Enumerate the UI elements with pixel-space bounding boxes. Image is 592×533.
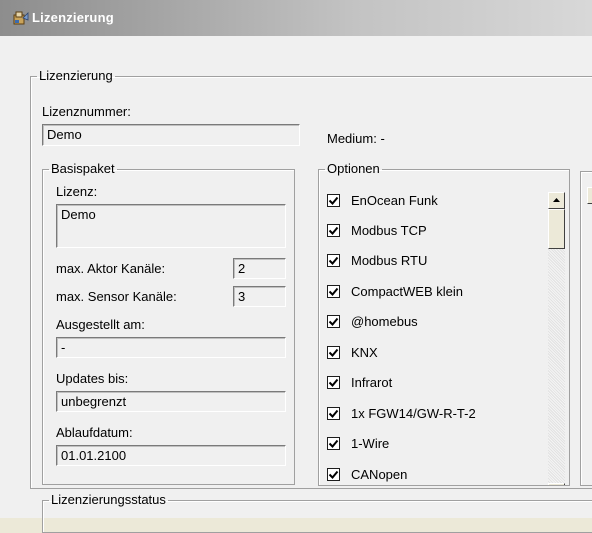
aktor-channels-label: max. Aktor Kanäle: — [56, 261, 166, 276]
checkmark-icon — [328, 317, 339, 326]
option-homebus[interactable]: @homebus — [327, 311, 547, 333]
checkbox[interactable] — [327, 346, 340, 359]
lizenz-field[interactable]: Demo — [56, 204, 286, 248]
checkbox[interactable] — [327, 285, 340, 298]
updates-field[interactable]: unbegrenzt — [56, 391, 286, 412]
checkmark-icon — [328, 256, 339, 265]
option-label: CANopen — [351, 467, 408, 482]
option-fgw14[interactable]: 1x FGW14/GW-R-T-2 — [327, 403, 547, 425]
option-label: CompactWEB klein — [351, 284, 463, 299]
checkbox[interactable] — [327, 437, 340, 450]
optionen-legend: Optionen — [327, 162, 380, 176]
checkbox[interactable] — [327, 376, 340, 389]
option-label: Modbus RTU — [351, 253, 428, 268]
basispaket-legend: Basispaket — [51, 161, 115, 176]
lizenzierung-group-legend: Lizenzierung — [39, 68, 113, 83]
lizenz-label: Lizenz: — [56, 184, 98, 199]
checkmark-icon — [328, 470, 339, 479]
ausgestellt-field[interactable]: - — [56, 337, 286, 358]
right-panel-button[interactable] — [587, 187, 592, 204]
checkbox[interactable] — [327, 315, 340, 328]
title-bar: Lizenzierung — [0, 0, 592, 36]
checkmark-icon — [328, 439, 339, 448]
option-modbus-tcp[interactable]: Modbus TCP — [327, 220, 547, 242]
optionen-group: Optionen EnOcean Funk Modbus TCP Modbus … — [318, 162, 570, 486]
option-enocean-funk[interactable]: EnOcean Funk — [327, 190, 547, 212]
option-label: Modbus TCP — [351, 223, 427, 238]
license-number-field[interactable]: Demo — [42, 124, 300, 146]
arrow-up-icon — [553, 198, 560, 202]
checkbox[interactable] — [327, 468, 340, 481]
option-compactweb-klein[interactable]: CompactWEB klein — [327, 281, 547, 303]
ablaufdatum-field[interactable]: 01.01.2100 — [56, 445, 286, 466]
option-label: KNX — [351, 345, 378, 360]
checkbox[interactable] — [327, 254, 340, 267]
lizenzierungsstatus-group: Lizenzierungsstatus — [42, 493, 592, 533]
checkmark-icon — [328, 196, 339, 205]
checkbox[interactable] — [327, 224, 340, 237]
medium-label: Medium: - — [327, 131, 385, 146]
window-title: Lizenzierung — [32, 10, 114, 25]
license-number-label: Lizenznummer: — [42, 104, 131, 119]
scroll-down-button[interactable] — [548, 483, 565, 486]
option-infrarot[interactable]: Infrarot — [327, 372, 547, 394]
updates-label: Updates bis: — [56, 371, 129, 386]
window-client-area: Lizenzierung Lizenznummer: Demo Medium: … — [0, 36, 592, 533]
arrow-down-icon — [549, 484, 564, 486]
option-label: 1-Wire — [351, 436, 390, 451]
ablaufdatum-label: Ablaufdatum: — [56, 425, 133, 440]
checkbox[interactable] — [327, 194, 340, 207]
optionen-list: EnOcean Funk Modbus TCP Modbus RTU Compa… — [319, 190, 547, 485]
checkmark-icon — [328, 348, 339, 357]
aktor-channels-field[interactable]: 2 — [233, 258, 286, 279]
checkbox[interactable] — [327, 407, 340, 420]
option-label: @homebus — [351, 314, 418, 329]
sensor-channels-label: max. Sensor Kanäle: — [56, 289, 177, 304]
checkmark-icon — [328, 409, 339, 418]
checkmark-icon — [328, 226, 339, 235]
option-label: 1x FGW14/GW-R-T-2 — [351, 406, 476, 421]
license-app-icon — [13, 11, 29, 25]
option-label: EnOcean Funk — [351, 193, 438, 208]
right-panel-group — [580, 171, 592, 486]
option-canopen[interactable]: CANopen — [327, 464, 547, 485]
scroll-thumb[interactable] — [548, 209, 565, 249]
sensor-channels-field[interactable]: 3 — [233, 286, 286, 307]
option-1-wire[interactable]: 1-Wire — [327, 433, 547, 455]
checkmark-icon — [328, 287, 339, 296]
option-label: Infrarot — [351, 375, 393, 390]
optionen-scrollbar[interactable] — [548, 192, 565, 486]
lizenzierungsstatus-legend: Lizenzierungsstatus — [51, 492, 166, 507]
option-modbus-rtu[interactable]: Modbus RTU — [327, 250, 547, 272]
checkmark-icon — [328, 378, 339, 387]
option-knx[interactable]: KNX — [327, 342, 547, 364]
scroll-up-button[interactable] — [548, 192, 565, 209]
ausgestellt-label: Ausgestellt am: — [56, 317, 145, 332]
